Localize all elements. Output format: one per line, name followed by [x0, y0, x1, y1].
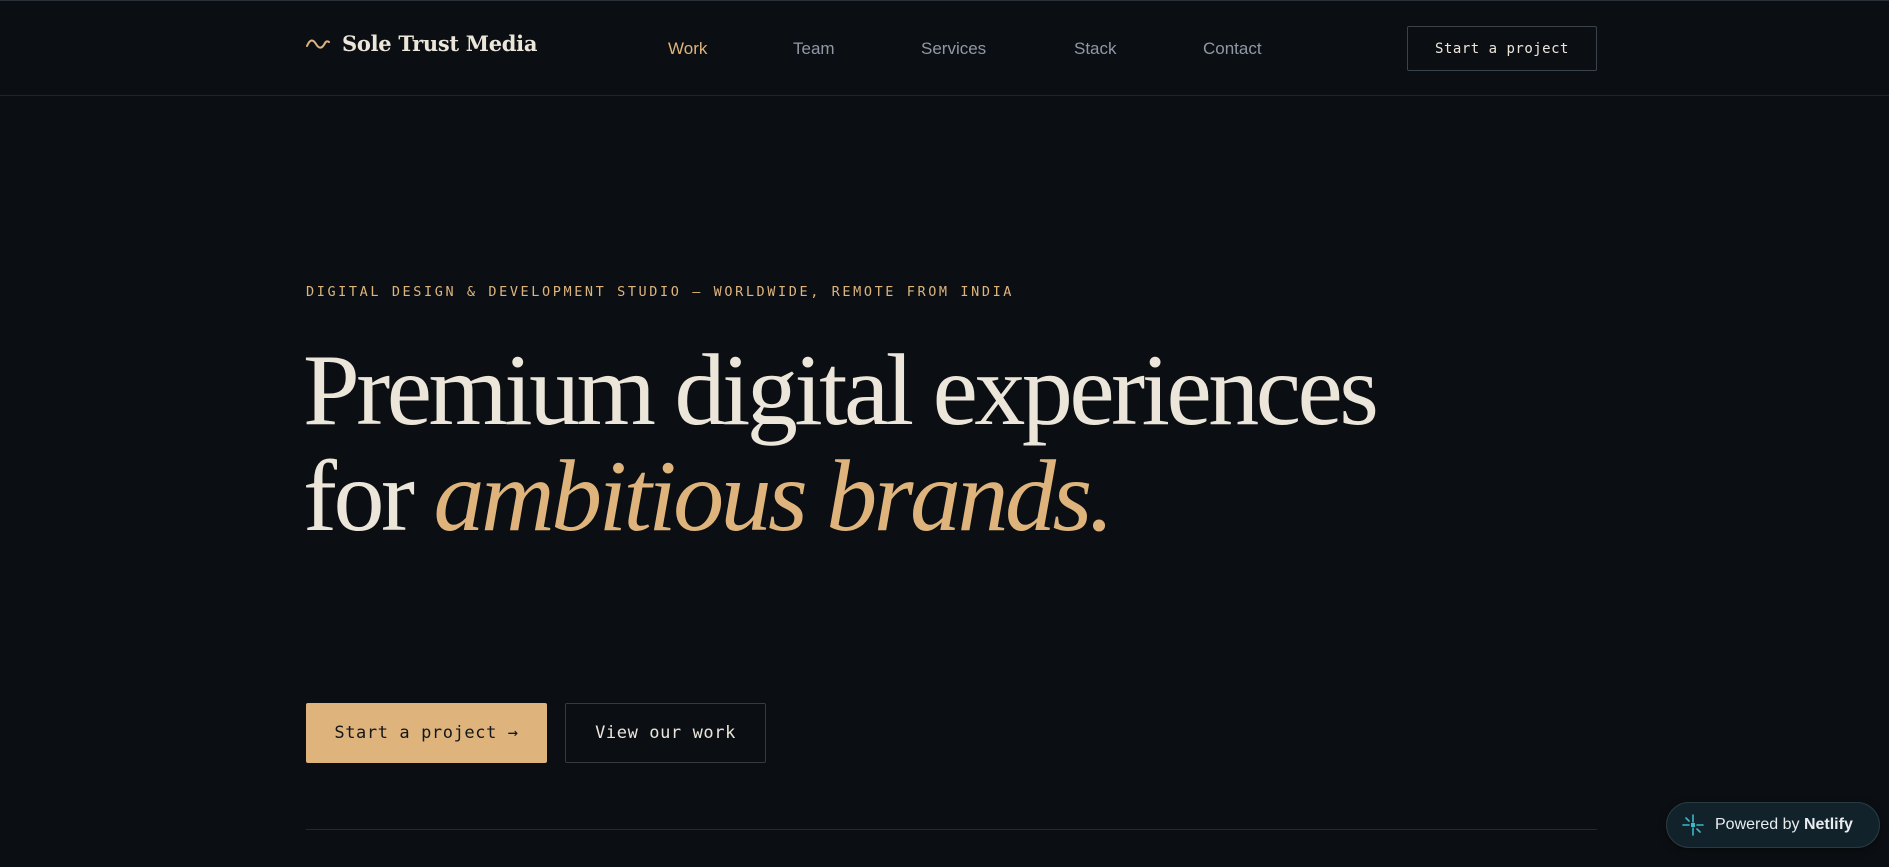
netlify-badge-text: Powered by Netlify [1715, 816, 1853, 834]
main-nav: Work Team Services Stack Contact [0, 39, 1889, 63]
nav-item-services[interactable]: Services [921, 39, 986, 59]
hero-headline: Premium digital experiences for ambitiou… [303, 338, 1453, 550]
headline-accent-text: ambitious brands. [433, 440, 1114, 553]
netlify-name: Netlify [1803, 816, 1853, 833]
netlify-icon [1682, 814, 1704, 836]
view-work-button[interactable]: View our work [565, 703, 766, 763]
nav-item-contact[interactable]: Contact [1203, 39, 1262, 59]
hero-divider [306, 829, 1597, 830]
start-project-button[interactable]: Start a project → [306, 703, 547, 763]
page: Sole Trust Media Work Team Services Stac… [0, 0, 1889, 867]
netlify-badge[interactable]: Powered by Netlify [1666, 802, 1880, 848]
nav-item-team[interactable]: Team [793, 39, 835, 59]
site-header: Sole Trust Media Work Team Services Stac… [0, 0, 1889, 96]
nav-item-work[interactable]: Work [668, 39, 707, 59]
nav-item-stack[interactable]: Stack [1074, 39, 1117, 59]
header-start-project-button[interactable]: Start a project [1407, 26, 1597, 71]
netlify-prefix: Powered by [1715, 816, 1804, 833]
hero-eyebrow: DIGITAL DESIGN & DEVELOPMENT STUDIO — WO… [306, 284, 1015, 300]
